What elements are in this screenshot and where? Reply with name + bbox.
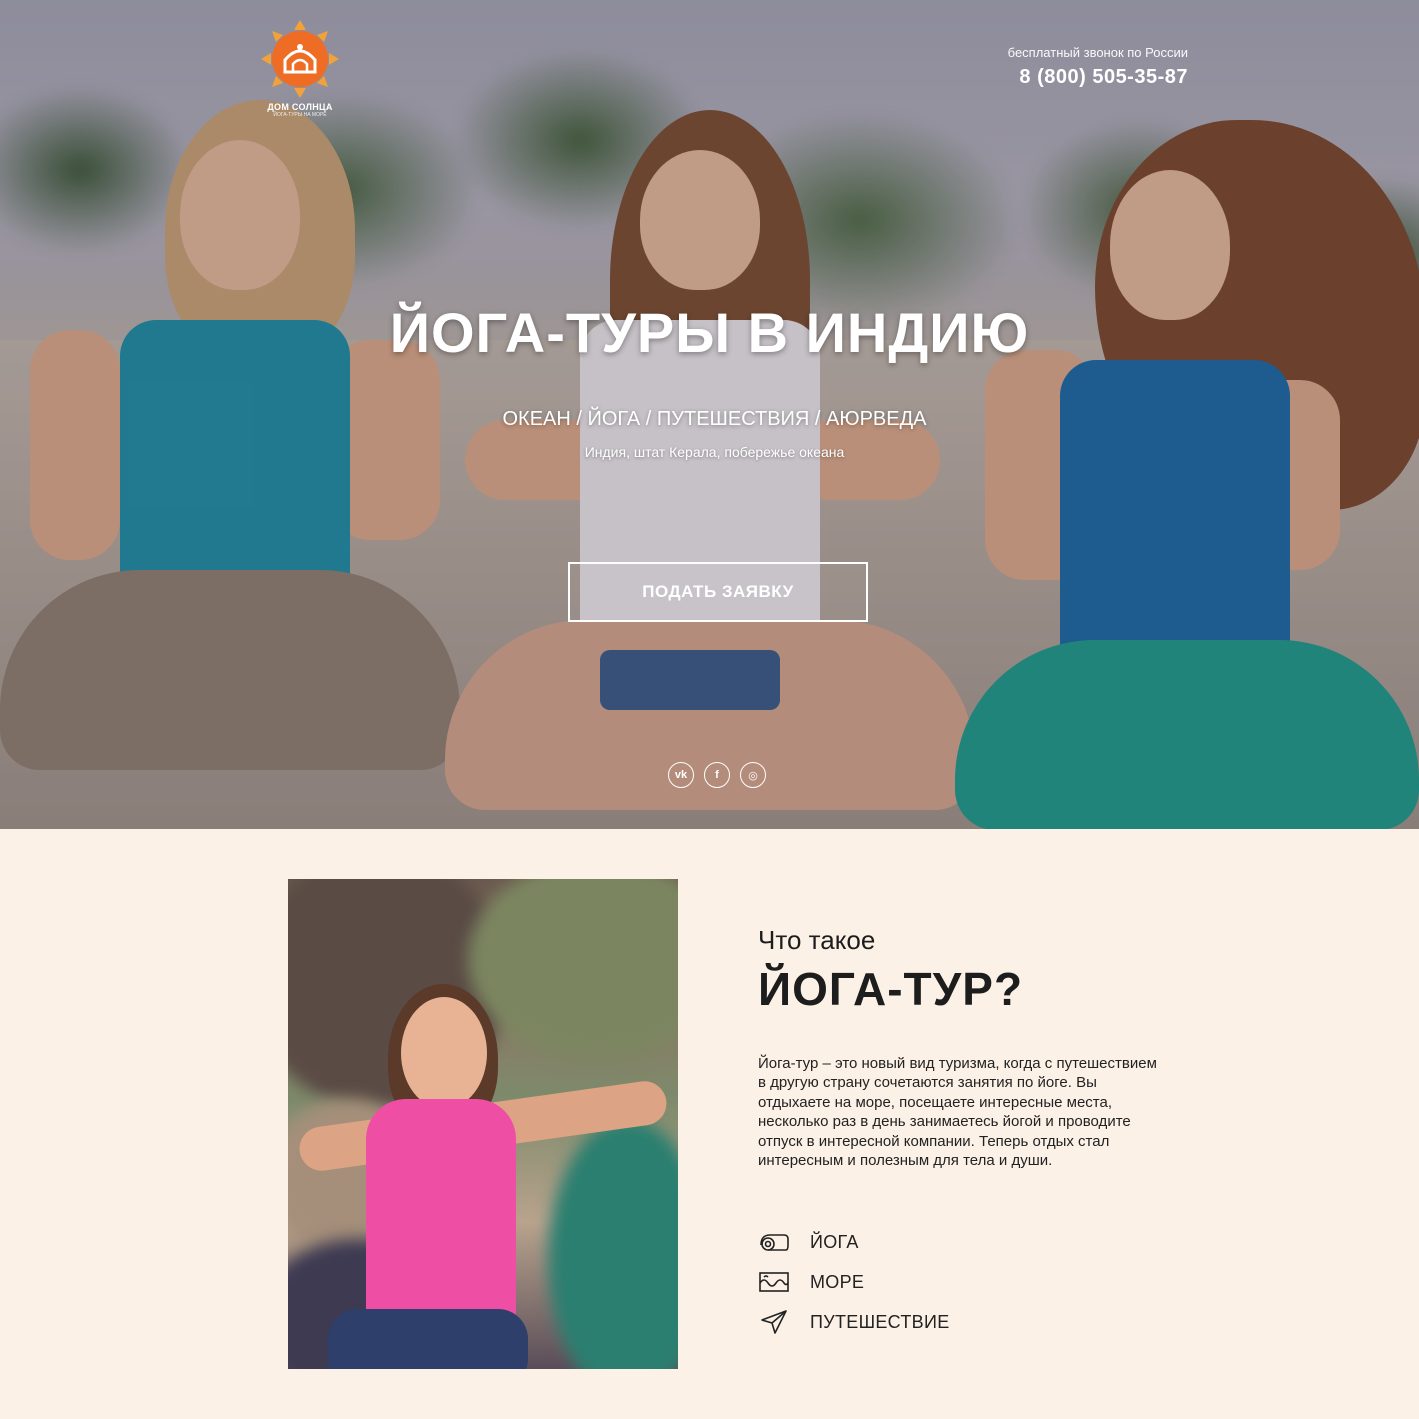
instagram-icon[interactable]: ◎ [740,762,766,788]
hero-section: ДОМ СОЛНЦА ЙОГА-ТУРЫ НА МОРЕ бесплатный … [0,0,1419,829]
hero-location: Индия, штат Керала, побережье океана [584,444,845,460]
social-links: vk f ◎ [668,762,766,788]
about-title: ЙОГА-ТУР? [758,963,1024,1015]
feature-item-sea: МОРЕ [758,1262,950,1302]
paper-plane-icon [758,1309,790,1335]
phone-block: бесплатный звонок по России 8 (800) 505-… [1008,45,1188,89]
feature-label: МОРЕ [810,1271,865,1292]
sun-logo-icon [261,20,339,98]
feature-label: ПУТЕШЕСТВИЕ [810,1311,950,1332]
vk-icon[interactable]: vk [668,762,694,788]
site-logo[interactable]: ДОМ СОЛНЦА ЙОГА-ТУРЫ НА МОРЕ [245,20,355,118]
feature-item-travel: ПУТЕШЕСТВИЕ [758,1302,950,1342]
feature-item-yoga: ЙОГА [758,1222,950,1262]
logo-name: ДОМ СОЛНЦА [267,102,333,112]
hero-title: ЙОГА-ТУРЫ В ИНДИЮ [389,301,1030,364]
yoga-mat-icon [758,1229,790,1255]
feature-list: ЙОГА МОРЕ ПУТЕШЕСТВИЕ [758,1222,950,1342]
about-description: Йога-тур – это новый вид туризма, когда … [758,1055,1157,1170]
facebook-icon[interactable]: f [704,762,730,788]
waves-icon [758,1269,790,1295]
hero-tags: ОКЕАН / ЙОГА / ПУТЕШЕСТВИЯ / АЮРВЕДА [502,408,927,430]
about-subtitle: Что такое [758,925,876,955]
feature-label: ЙОГА [810,1231,859,1252]
phone-number-link[interactable]: 8 (800) 505-35-87 [1008,66,1188,89]
about-photo [288,879,678,1369]
apply-button[interactable]: ПОДАТЬ ЗАЯВКУ [568,562,868,622]
phone-caption: бесплатный звонок по России [1007,45,1188,60]
logo-tagline: ЙОГА-ТУРЫ НА МОРЕ [273,112,327,118]
